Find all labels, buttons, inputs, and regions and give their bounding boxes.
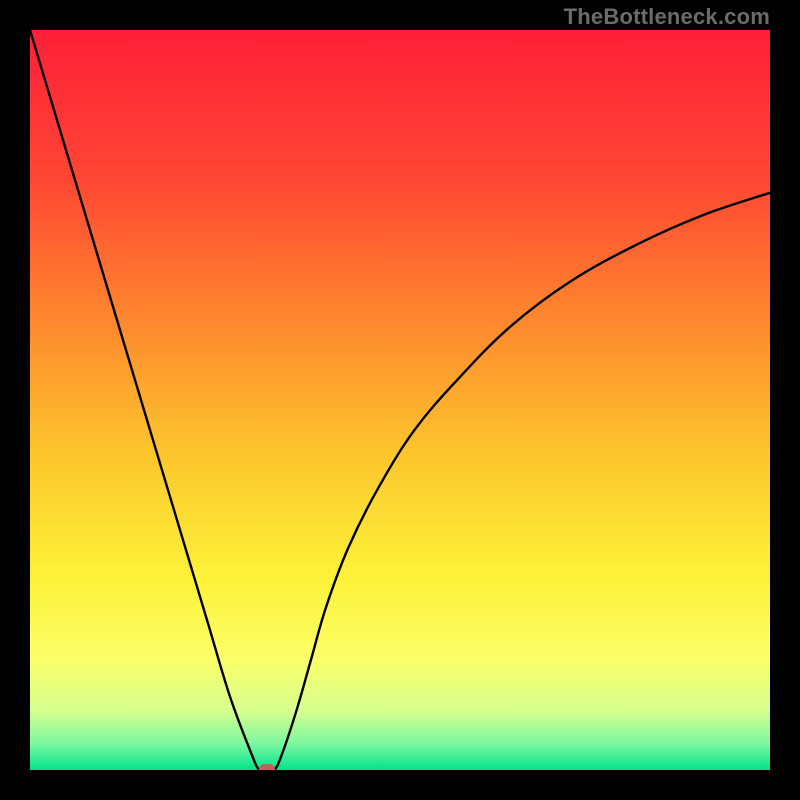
curve-layer: [30, 30, 770, 770]
bottleneck-curve: [30, 30, 770, 770]
watermark-text: TheBottleneck.com: [564, 4, 770, 30]
chart-frame: TheBottleneck.com: [0, 0, 800, 800]
plot-area: [30, 30, 770, 770]
minimum-marker: [259, 764, 275, 770]
